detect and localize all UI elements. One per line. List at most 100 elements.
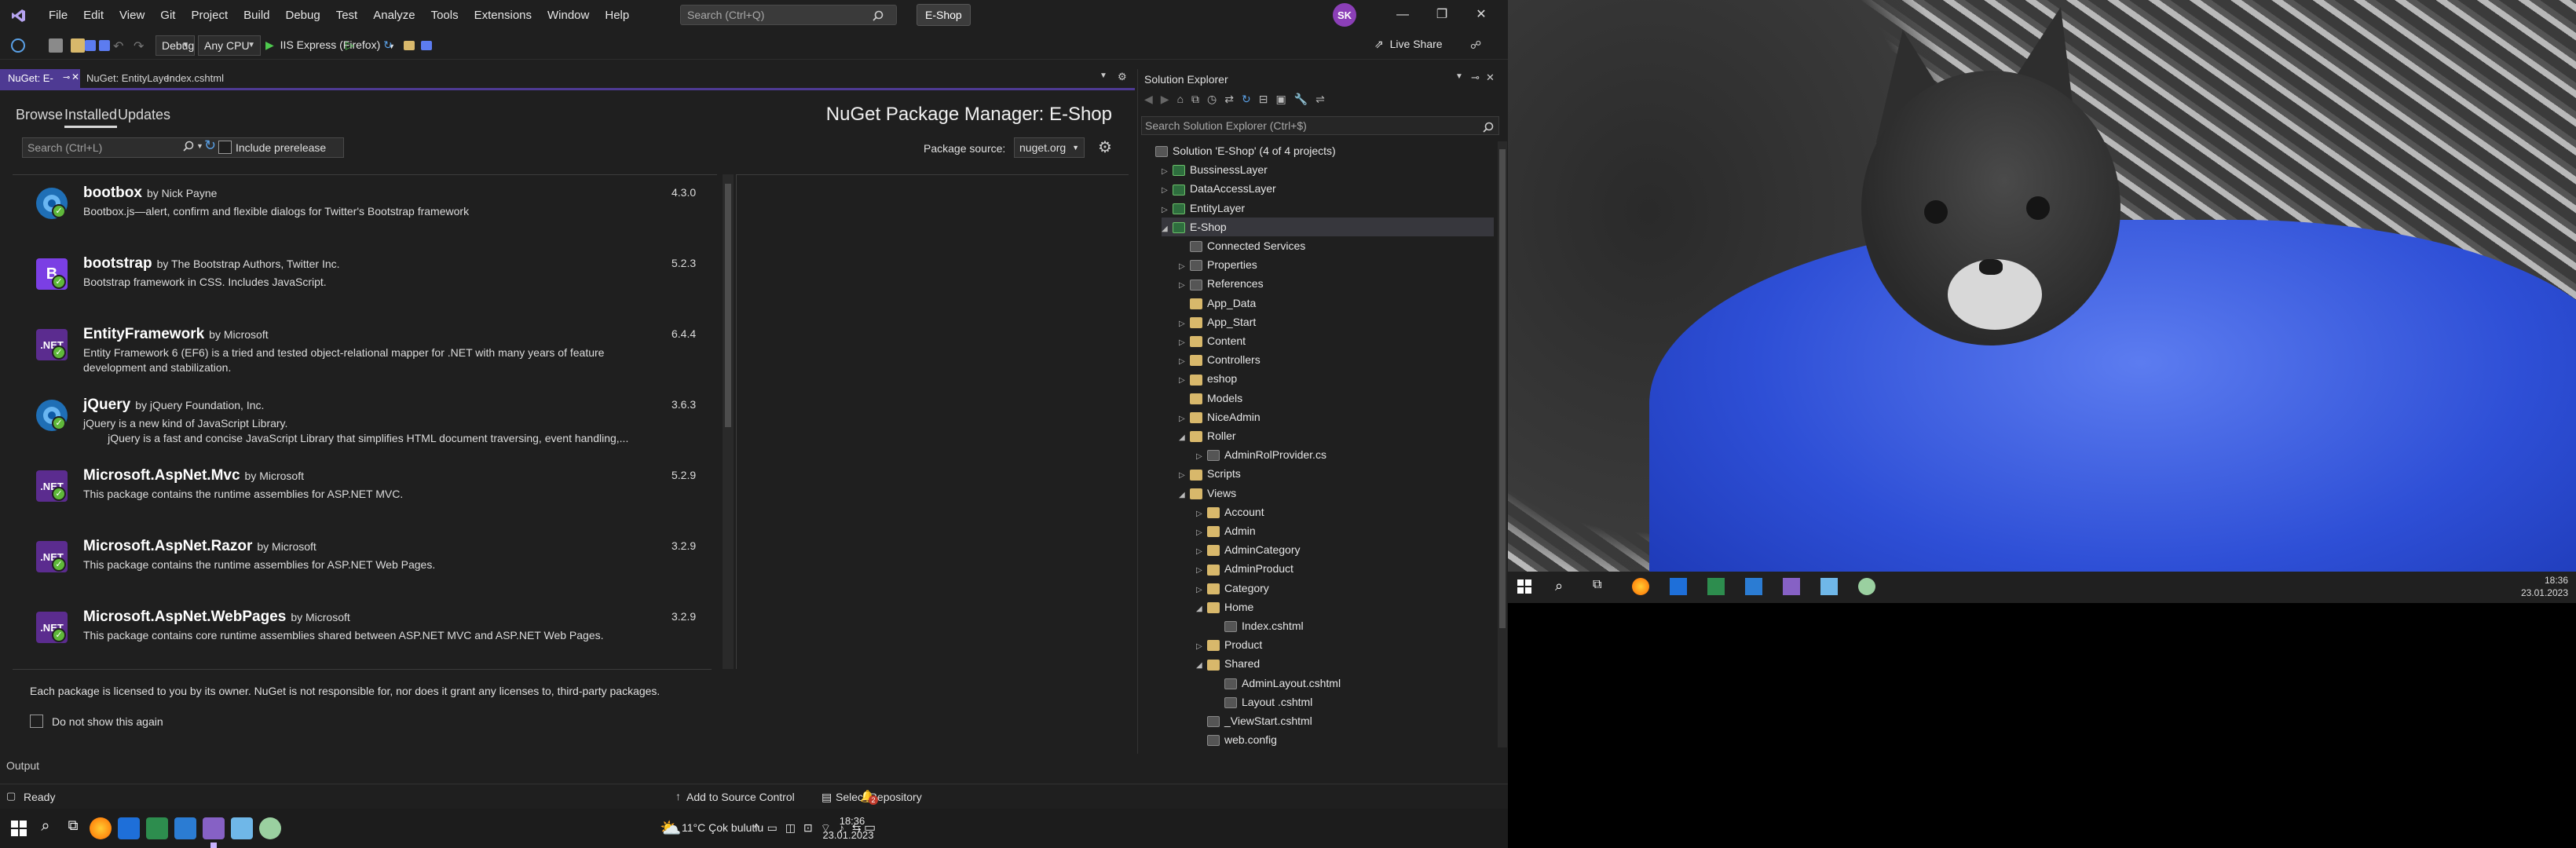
tree-node[interactable]: Layout .cshtml (1213, 693, 1494, 711)
expanded-arrow-icon[interactable]: ◢ (1196, 600, 1207, 619)
tree-node[interactable]: ▷ AdminCategory (1196, 540, 1494, 559)
menu-git[interactable]: Git (152, 0, 183, 31)
switch-views-icon[interactable]: ⧉ (1191, 93, 1199, 108)
list-item[interactable]: .NET ✓ Microsoft.AspNet.WebPages by Micro… (13, 599, 704, 662)
tree-node[interactable]: ▷ DataAccessLayer (1162, 179, 1494, 198)
app-icon[interactable] (259, 817, 281, 839)
tree-node[interactable]: Solution 'E-Shop' (4 of 4 projects) (1144, 141, 1494, 160)
tree-node[interactable]: ▷ AdminProduct (1196, 559, 1494, 578)
save-icon[interactable] (85, 40, 96, 51)
tree-node[interactable]: editorconfig (1179, 749, 1494, 754)
scrollbar-thumb[interactable] (1499, 149, 1506, 628)
list-item[interactable]: B ✓ bootstrap by The Bootstrap Authors, T… (13, 246, 704, 309)
tree-node[interactable]: ◢ Views (1179, 484, 1494, 503)
collapse-all-icon[interactable]: ⊟ (1259, 93, 1268, 108)
configuration-select[interactable]: Debug ▼ (156, 35, 195, 56)
open-folder-icon[interactable] (71, 38, 85, 53)
properties-icon[interactable]: 🔧 (1294, 93, 1308, 108)
list-item[interactable]: .NET ✓ Microsoft.AspNet.Mvc by Microsoft … (13, 458, 704, 521)
menu-window[interactable]: Window (540, 0, 597, 31)
firefox-icon[interactable] (90, 817, 112, 839)
tree-node[interactable]: ▷ Content (1179, 331, 1494, 350)
tree-node[interactable]: ▷ AdminRolProvider.cs (1196, 445, 1494, 464)
tab-index-cshtml[interactable]: Index.cshtml (159, 69, 232, 88)
redo-icon[interactable]: ↷ (134, 38, 148, 53)
vscode-icon[interactable] (174, 817, 196, 839)
package-list-scrollbar[interactable] (723, 174, 734, 669)
tree-node[interactable]: App_Data (1179, 294, 1494, 313)
start-without-debugging-icon[interactable]: ▷ (346, 38, 360, 53)
do-not-show-checkbox[interactable] (30, 715, 43, 728)
expanded-arrow-icon[interactable]: ◢ (1179, 429, 1190, 448)
store-icon[interactable] (118, 817, 140, 839)
app-icon[interactable] (231, 817, 253, 839)
history-icon[interactable]: ◷ (1207, 93, 1217, 108)
tree-node[interactable]: Connected Services (1179, 236, 1494, 255)
tree-node[interactable]: ▷ Controllers (1179, 350, 1494, 369)
sync-icon[interactable]: ↻ (1242, 93, 1251, 108)
tab-installed[interactable]: Installed (64, 107, 118, 128)
tree-node[interactable]: ▷ Scripts (1179, 464, 1494, 483)
list-item[interactable]: ✓ bootbox by Nick Payne Bootbox.js—alert,… (13, 175, 704, 238)
select-repository-button[interactable]: Select Repository (836, 791, 922, 803)
menu-extensions[interactable]: Extensions (467, 0, 540, 31)
menu-edit[interactable]: Edit (75, 0, 112, 31)
visual-studio-icon[interactable] (203, 817, 225, 839)
menu-test[interactable]: Test (328, 0, 366, 31)
search-icon[interactable]: ⌕ (35, 817, 57, 839)
close-window-icon[interactable]: ✕ (1470, 5, 1492, 25)
tree-node[interactable]: AdminLayout.cshtml (1213, 674, 1494, 693)
calculator-icon[interactable] (146, 817, 168, 839)
minimize-icon[interactable]: — (1392, 5, 1414, 25)
undo-icon[interactable]: ↶ (113, 38, 127, 53)
include-prerelease-checkbox[interactable] (218, 141, 232, 154)
tree-node[interactable]: ▷ NiceAdmin (1179, 408, 1494, 426)
tree-node[interactable]: web.config (1196, 730, 1494, 749)
tree-node[interactable]: ▷ EntityLayer (1162, 199, 1494, 217)
folder-icon[interactable] (404, 41, 415, 50)
solution-search-input[interactable]: Search Solution Explorer (Ctrl+$) (1141, 116, 1499, 135)
tab-list-dropdown-icon[interactable]: ▼ (1100, 71, 1107, 80)
tree-node[interactable]: ▷ Admin (1196, 521, 1494, 540)
expanded-arrow-icon[interactable]: ◢ (1179, 486, 1190, 505)
tree-node[interactable]: ◢ E-Shop (1162, 217, 1494, 236)
menu-project[interactable]: Project (183, 0, 236, 31)
tree-node[interactable]: ▷ Category (1196, 579, 1494, 598)
add-to-source-control-button[interactable]: Add to Source Control (686, 791, 795, 803)
new-item-icon[interactable] (49, 38, 63, 53)
tree-node[interactable]: ▷ BussinessLayer (1162, 160, 1494, 179)
tree-node[interactable]: Models (1179, 389, 1494, 408)
platform-select[interactable]: Any CPU ▼ (198, 35, 261, 56)
menu-analyze[interactable]: Analyze (365, 0, 423, 31)
tree-node[interactable]: ◢ Roller (1179, 426, 1494, 445)
tree-node[interactable]: ▷ Account (1196, 503, 1494, 521)
list-item[interactable]: .NET ✓ EntityFramework by Microsoft Entit… (13, 316, 704, 379)
tree-node[interactable]: ▷ References (1179, 274, 1494, 293)
window-icon[interactable] (421, 41, 432, 50)
home-icon[interactable]: ⌂ (1177, 93, 1184, 108)
list-item[interactable]: ✓ jQuery by jQuery Foundation, Inc. jQuer… (13, 387, 704, 450)
search-icon[interactable] (183, 141, 194, 155)
settings-gear-icon[interactable]: ⚙ (1118, 71, 1127, 83)
notification-center-icon[interactable]: ▭ (864, 820, 876, 835)
expanded-arrow-icon[interactable]: ◢ (1196, 656, 1207, 675)
tree-node[interactable]: ▷ App_Start (1179, 313, 1494, 331)
pin-icon[interactable]: ⊸ (1471, 71, 1480, 84)
menu-debug[interactable]: Debug (278, 0, 328, 31)
forward-icon[interactable]: ▶ (1161, 93, 1169, 108)
menu-view[interactable]: View (112, 0, 152, 31)
tree-node[interactable]: _ViewStart.cshtml (1196, 711, 1494, 730)
live-share-button[interactable]: ⇗ Live Share (1374, 38, 1443, 51)
tree-node[interactable]: ▷ Properties (1179, 255, 1494, 274)
run-button[interactable]: ▶ IIS Express (Firefox) ▼ (265, 38, 395, 52)
save-all-icon[interactable] (99, 40, 110, 51)
preview-icon[interactable]: ⇌ (1315, 93, 1325, 108)
close-icon[interactable]: ✕ (1486, 71, 1495, 84)
expanded-arrow-icon[interactable]: ◢ (1162, 220, 1173, 239)
task-view-icon[interactable]: ⧉ (62, 817, 84, 839)
restore-icon[interactable]: ❐ (1431, 5, 1453, 25)
package-source-select[interactable]: nuget.org ▼ (1014, 137, 1085, 158)
tab-browse[interactable]: Browse (16, 107, 63, 123)
windows-start-icon[interactable] (8, 817, 30, 839)
refresh-icon[interactable]: ↻ (204, 137, 216, 154)
